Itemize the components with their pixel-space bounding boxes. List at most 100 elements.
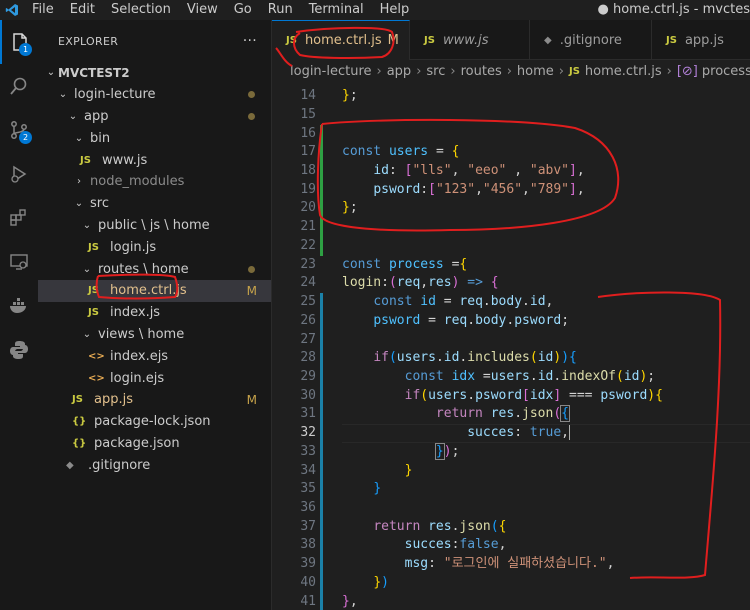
menu-bar: File Edit Selection View Go Run Terminal… — [0, 0, 750, 20]
code-line: } — [404, 463, 413, 478]
tab-label: www.js — [442, 32, 489, 48]
extensions-activity[interactable] — [0, 196, 38, 240]
tree-folder-login-lecture[interactable]: ⌄ login-lecture — [38, 84, 271, 106]
window-title: ● home.ctrl.js - mvctes — [597, 2, 750, 17]
line-number: 36 — [300, 500, 316, 515]
tree-file-home-ctrl-js[interactable]: JS home.ctrl.js M — [38, 279, 271, 302]
tree-item-label: public \ js \ home — [98, 217, 210, 233]
menu-run[interactable]: Run — [260, 0, 301, 20]
tree-file-index-js[interactable]: JS index.js — [38, 302, 271, 324]
line-number: 27 — [300, 332, 316, 347]
menu-view[interactable]: View — [179, 0, 226, 20]
tree-item-label: package.json — [94, 435, 180, 451]
chevron-down-icon: ⌄ — [74, 132, 84, 144]
menu-selection[interactable]: Selection — [103, 0, 179, 20]
code-line: id: ["lls", "eeo" , "abv"], — [373, 163, 585, 178]
tab-www-js[interactable]: JS www.js — [410, 20, 530, 60]
run-debug-activity[interactable] — [0, 152, 38, 196]
menu-go[interactable]: Go — [226, 0, 260, 20]
docker-activity[interactable] — [0, 284, 38, 328]
tree-file-index-ejs[interactable]: <> index.ejs — [38, 345, 271, 367]
breadcrumb-item[interactable]: src — [426, 64, 445, 79]
code-line: psword:["123","456","789"], — [373, 182, 585, 197]
js-file-icon: JS — [88, 285, 99, 297]
modified-dot — [248, 112, 255, 120]
chevron-right-icon: › — [558, 63, 564, 79]
editor-tabs: JS home.ctrl.js M JS www.js ◆ .gitignore… — [272, 20, 750, 60]
code-line: login:(req,res) => { — [342, 275, 499, 290]
tree-item-label: login.ejs — [110, 370, 165, 386]
js-file-icon: JS — [72, 394, 83, 406]
python-activity[interactable] — [0, 328, 38, 372]
code-line: if(users.psword[idx] === psword){ — [404, 388, 663, 403]
tree-file-login-js[interactable]: JS login.js — [38, 236, 271, 258]
chevron-right-icon: › — [666, 63, 672, 79]
tab-gitignore[interactable]: ◆ .gitignore — [530, 20, 652, 60]
tree-item-label: src — [90, 196, 109, 212]
tree-folder-src[interactable]: ⌄ src — [38, 193, 271, 215]
tree-file-gitignore[interactable]: ◆ .gitignore — [38, 454, 271, 476]
js-file-icon: JS — [80, 154, 91, 166]
code-line: msg: "로그인에 실패하셨습니다.", — [404, 556, 615, 571]
tab-home-ctrl-js[interactable]: JS home.ctrl.js M — [272, 20, 410, 60]
tree-file-package-json[interactable]: {} package.json — [38, 433, 271, 455]
menu-edit[interactable]: Edit — [62, 0, 103, 20]
breadcrumb-item[interactable]: routes — [461, 64, 502, 79]
code-line: const id = req.body.id, — [373, 294, 554, 309]
tree-folder-bin[interactable]: ⌄ bin — [38, 127, 271, 149]
breadcrumb-item[interactable]: process — [702, 64, 750, 79]
tree-folder-node-modules[interactable]: › node_modules — [38, 171, 271, 193]
remote-explorer-activity[interactable] — [0, 240, 38, 284]
chevron-down-icon: ⌄ — [82, 263, 92, 275]
code-editor[interactable]: 14 15 16 17 18 19 20 21 22 23 24 25 26 2… — [272, 82, 750, 610]
tab-app-js[interactable]: JS app.js — [652, 20, 750, 60]
source-control-activity[interactable]: 2 — [0, 108, 38, 152]
code-line: succes:false, — [404, 537, 507, 552]
menu-help[interactable]: Help — [372, 0, 418, 20]
explorer-more-button[interactable]: ··· — [243, 33, 257, 49]
chevron-right-icon: › — [77, 176, 81, 188]
explorer-title: EXPLORER — [58, 34, 119, 48]
chevron-down-icon: ⌄ — [58, 89, 68, 101]
tree-file-app-js[interactable]: JS app.js M — [38, 389, 271, 411]
tree-item-label: login-lecture — [74, 87, 156, 103]
json-file-icon: {} — [72, 416, 87, 428]
gitignore-file-icon: ◆ — [66, 459, 74, 471]
symbol-icon: [⊘] — [676, 63, 698, 79]
activity-bar: 1 2 — [0, 20, 38, 610]
project-root[interactable]: ⌄ MVCTEST2 — [38, 62, 271, 84]
breadcrumb-item[interactable]: login-lecture — [290, 64, 372, 79]
breadcrumb-item[interactable]: app — [387, 64, 411, 79]
search-activity[interactable] — [0, 64, 38, 108]
tree-folder-app[interactable]: ⌄ app — [38, 106, 271, 128]
breadcrumb: login-lecture › app › src › routes › hom… — [272, 60, 750, 82]
run-debug-icon — [11, 165, 27, 183]
tree-folder-public-js-home[interactable]: ⌄ public \ js \ home — [38, 215, 271, 237]
tree-file-package-lock-json[interactable]: {} package-lock.json — [38, 411, 271, 433]
code-line: }, — [342, 594, 358, 609]
code-line: } — [373, 481, 382, 496]
modified-dot — [248, 91, 255, 99]
chevron-right-icon: › — [376, 63, 382, 79]
vscode-logo-icon — [0, 0, 24, 20]
scm-badge: 2 — [19, 131, 32, 144]
tree-file-www-js[interactable]: JS www.js — [38, 149, 271, 171]
menu-terminal[interactable]: Terminal — [301, 0, 372, 20]
tree-folder-views-home[interactable]: ⌄ views \ home — [38, 324, 271, 346]
docker-icon — [10, 298, 26, 313]
project-root-label: MVCTEST2 — [58, 65, 130, 80]
breadcrumb-item[interactable]: home — [517, 64, 554, 79]
code-line: psword = req.body.psword; — [373, 313, 570, 328]
tree-item-label: .gitignore — [88, 457, 151, 473]
tree-folder-routes-home[interactable]: ⌄ routes \ home — [38, 258, 271, 280]
chevron-down-icon: ⌄ — [46, 67, 56, 79]
tree-file-login-ejs[interactable]: <> login.ejs — [38, 367, 271, 389]
explorer-activity[interactable]: 1 — [0, 20, 38, 64]
menu-file[interactable]: File — [24, 0, 62, 20]
js-file-icon: JS — [568, 65, 580, 77]
breadcrumb-item[interactable]: home.ctrl.js — [585, 64, 662, 79]
line-number: 21 — [300, 219, 316, 234]
chevron-down-icon: ⌄ — [74, 198, 84, 210]
code-line: }; — [342, 200, 358, 215]
tree-item-label: home.ctrl.js — [110, 283, 187, 299]
